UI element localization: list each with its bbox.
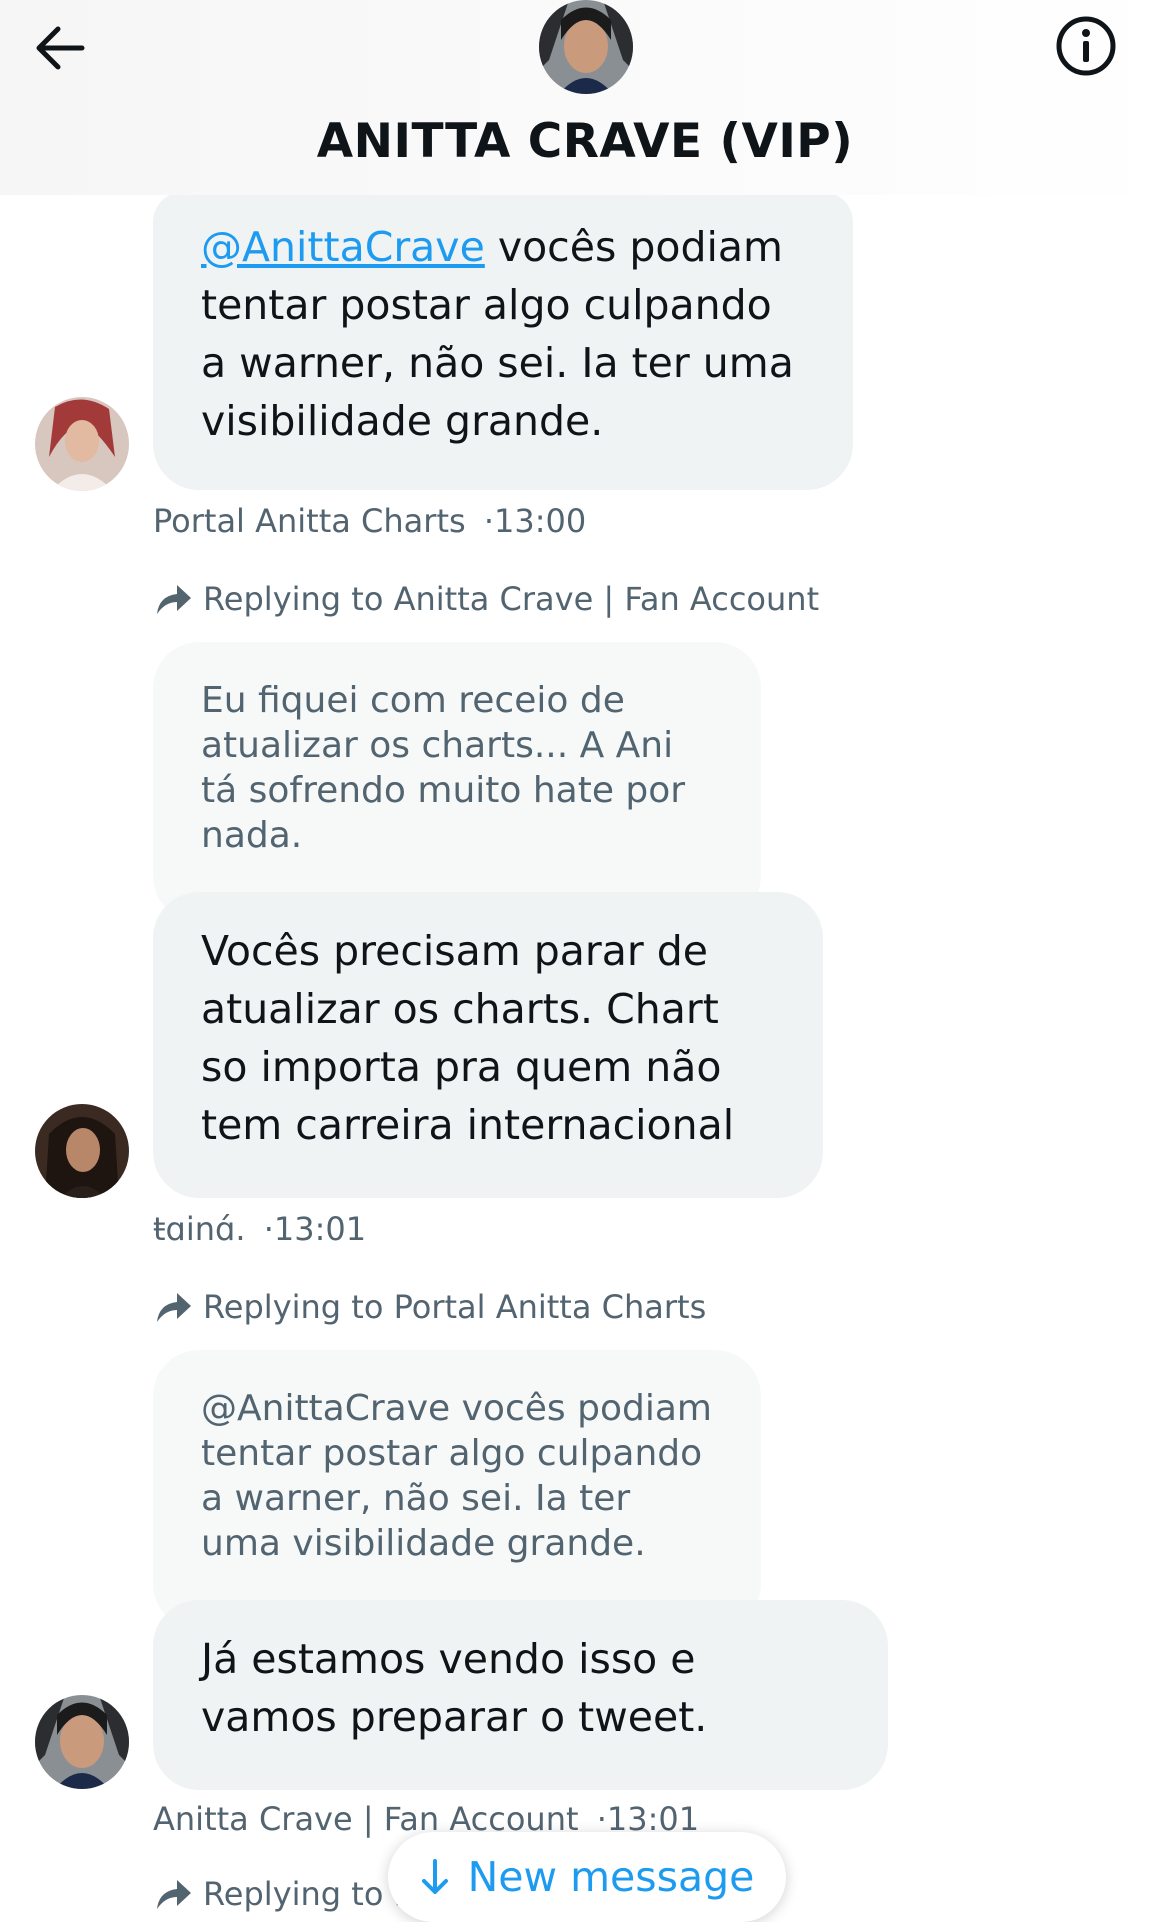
message-text: Vocês precisam parar de atualizar os cha… (201, 927, 735, 1149)
new-message-button[interactable]: New message (388, 1832, 786, 1922)
group-avatar[interactable] (539, 0, 633, 94)
conversation-header: ANITTA CRAVE (VIP) (0, 0, 1170, 195)
arrow-down-icon (421, 1859, 448, 1894)
replying-to-label: Replying to Portal Anitta Charts (203, 1288, 707, 1326)
quoted-text: Eu fiquei com receio de atualizar os cha… (201, 680, 686, 856)
reply-arrow-icon (157, 585, 191, 614)
reply-arrow-icon (157, 1880, 191, 1909)
sender-name[interactable]: Portal Anitta Charts (153, 502, 466, 540)
message-meta: Portal Anitta Charts ·13:00 (153, 502, 586, 540)
timestamp: ·13:00 (483, 502, 587, 540)
avatar[interactable] (35, 1695, 129, 1789)
sender-name[interactable]: ŧɑinɑ́. (153, 1210, 246, 1248)
quoted-text: @AnittaCrave vocês podiam tentar postar … (201, 1388, 712, 1564)
quoted-message[interactable]: Eu fiquei com receio de atualizar os cha… (153, 642, 761, 922)
new-message-label: New message (467, 1853, 755, 1901)
mention-link[interactable]: @AnittaCrave (201, 223, 485, 271)
replying-to[interactable]: Replying to Portal Anitta Charts (155, 1288, 706, 1326)
quoted-message[interactable]: @AnittaCrave vocês podiam tentar postar … (153, 1350, 761, 1630)
conversation-title: ANITTA CRAVE (VIP) (316, 114, 854, 169)
timestamp: ·13:01 (263, 1210, 367, 1248)
replying-to[interactable]: Replying to Anitta Crave | Fan Account (155, 580, 819, 618)
back-arrow-icon[interactable] (30, 20, 94, 76)
message-bubble[interactable]: Já estamos vendo isso e vamos preparar o… (153, 1600, 888, 1790)
avatar[interactable] (35, 1104, 129, 1198)
avatar[interactable] (35, 397, 129, 491)
message-bubble[interactable]: Vocês precisam parar de atualizar os cha… (153, 892, 823, 1198)
replying-to[interactable]: Replying to F (155, 1875, 412, 1913)
replying-to-label: Replying to Anitta Crave | Fan Account (203, 580, 820, 618)
info-icon[interactable] (1054, 14, 1118, 78)
message-meta: ŧɑinɑ́. ·13:01 (153, 1210, 366, 1248)
replying-to-label: Replying to F (203, 1875, 412, 1913)
message-bubble[interactable]: @AnittaCrave vocês podiam tentar postar … (153, 192, 853, 490)
message-text: Já estamos vendo isso e vamos preparar o… (201, 1635, 708, 1741)
reply-arrow-icon (157, 1293, 191, 1322)
